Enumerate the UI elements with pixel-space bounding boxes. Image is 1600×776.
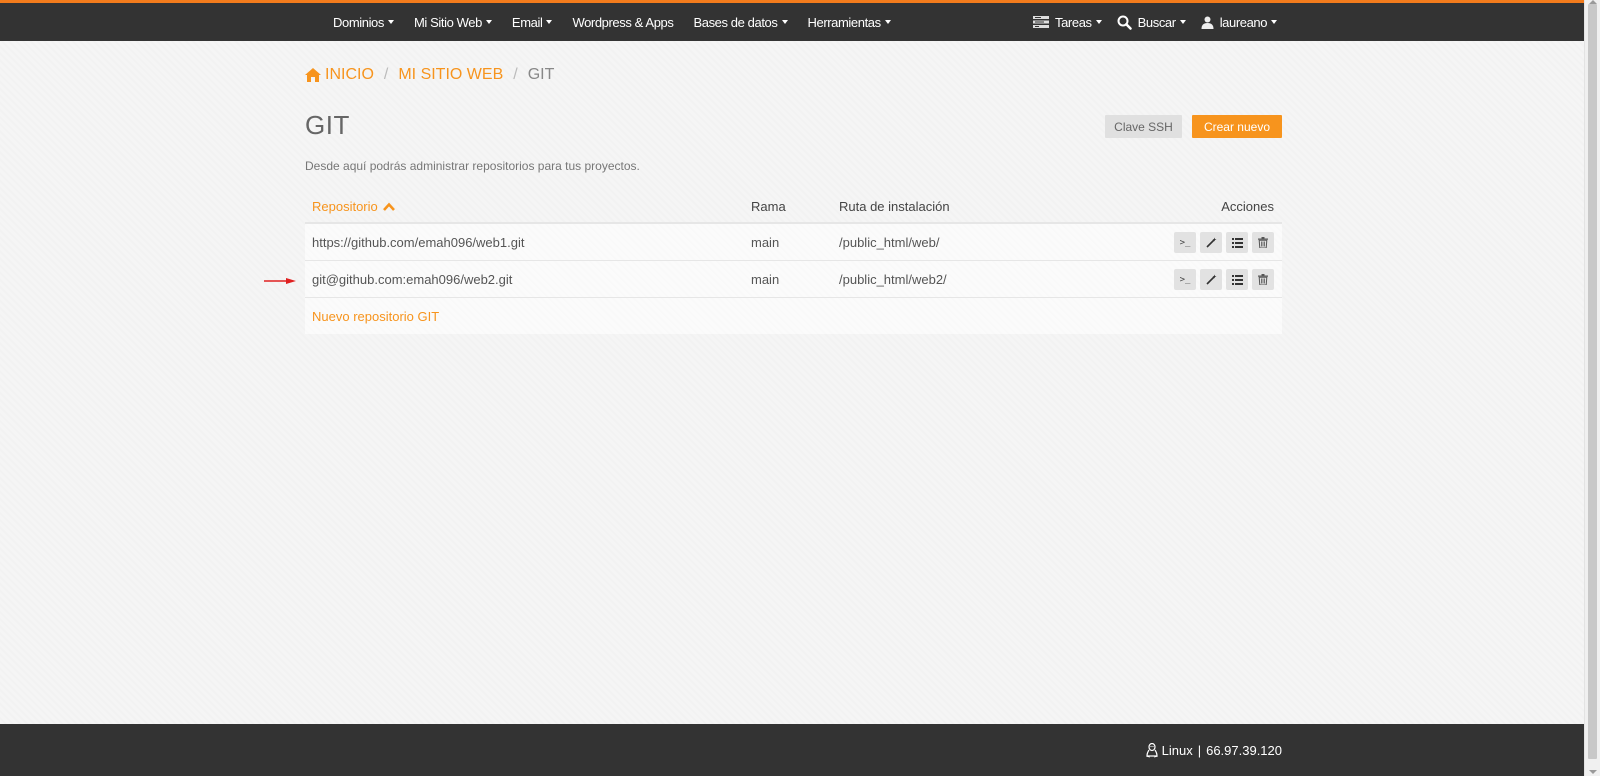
user-icon	[1201, 16, 1214, 29]
terminal-icon: >_	[1179, 274, 1191, 285]
table-row: git@github.com:emah096/web2.git main /pu…	[305, 261, 1282, 298]
caret-down-icon	[387, 20, 394, 24]
menu-email[interactable]: Email	[512, 15, 553, 30]
menu-dominios[interactable]: Dominios	[333, 15, 394, 30]
top-navbar: Dominios Mi Sitio Web Email Wordpress & …	[0, 0, 1584, 41]
caret-down-icon	[1179, 20, 1186, 24]
menu-wordpress-apps[interactable]: Wordpress & Apps	[572, 15, 673, 30]
list-button[interactable]	[1226, 269, 1248, 290]
menu-tareas[interactable]: Tareas	[1033, 15, 1102, 30]
edit-button[interactable]	[1200, 269, 1222, 290]
terminal-button[interactable]: >_	[1174, 232, 1196, 253]
breadcrumb-separator: /	[383, 66, 389, 83]
repo-branch: main	[751, 235, 780, 250]
clave-ssh-button[interactable]: Clave SSH	[1105, 115, 1182, 138]
menu-label: Email	[511, 14, 543, 30]
main-menu: Dominios Mi Sitio Web Email Wordpress & …	[333, 3, 911, 41]
repo-path: /public_html/web/	[839, 235, 940, 250]
menu-mi-sitio-web[interactable]: Mi Sitio Web	[414, 15, 492, 30]
menu-label: Wordpress & Apps	[572, 14, 674, 30]
menu-herramientas[interactable]: Herramientas	[808, 15, 891, 30]
table-row: https://github.com/emah096/web1.git main…	[305, 224, 1282, 261]
search-icon	[1117, 15, 1132, 30]
terminal-icon: >_	[1179, 237, 1191, 248]
crear-nuevo-button[interactable]: Crear nuevo	[1192, 115, 1282, 138]
caret-down-icon	[485, 20, 492, 24]
breadcrumb: INICIO / MI SITIO WEB / GIT	[305, 66, 554, 84]
repo-url: https://github.com/emah096/web1.git	[312, 235, 525, 250]
user-menu: Tareas Buscar laureano	[1033, 3, 1292, 41]
breadcrumb-current: GIT	[527, 66, 555, 83]
column-header-rama: Rama	[751, 199, 786, 214]
magic-wand-icon	[1205, 237, 1216, 248]
page-title: GIT	[305, 110, 350, 140]
menu-label: Herramientas	[807, 14, 882, 30]
column-header-ruta: Ruta de instalación	[839, 199, 950, 214]
repo-url: git@github.com:emah096/web2.git	[312, 272, 513, 287]
repo-path: /public_html/web2/	[839, 272, 947, 287]
breadcrumb-mi-sitio-web[interactable]: MI SITIO WEB	[398, 66, 503, 84]
repo-branch: main	[751, 272, 780, 287]
menu-buscar[interactable]: Buscar	[1117, 15, 1186, 30]
linux-icon	[1145, 743, 1158, 758]
chevron-up-icon	[382, 202, 395, 211]
caret-down-icon	[1095, 20, 1102, 24]
breadcrumb-home[interactable]: INICIO	[305, 66, 374, 84]
repositories-table: Repositorio Rama Ruta de instalación Acc…	[305, 190, 1282, 334]
breadcrumb-home-label: INICIO	[325, 66, 374, 83]
menu-label: Bases de datos	[693, 14, 778, 30]
os-name: Linux	[1161, 743, 1193, 758]
column-header-repositorio[interactable]: Repositorio	[312, 199, 395, 214]
list-icon	[1231, 274, 1243, 285]
new-repo-row: Nuevo repositorio GIT	[305, 298, 1282, 334]
caret-down-icon	[1271, 20, 1278, 24]
scrollbar-thumb[interactable]	[1588, 4, 1597, 759]
delete-button[interactable]	[1252, 269, 1274, 290]
nuevo-repositorio-link[interactable]: Nuevo repositorio GIT	[312, 309, 439, 324]
footer: Linux | 66.97.39.120	[0, 724, 1584, 776]
table-header: Repositorio Rama Ruta de instalación Acc…	[305, 190, 1282, 224]
caret-down-icon	[884, 20, 891, 24]
menu-user[interactable]: laureano	[1201, 14, 1278, 30]
scroll-down-icon[interactable]	[1589, 770, 1597, 774]
column-label: Repositorio	[312, 199, 378, 214]
menu-label: laureano	[1219, 14, 1268, 30]
trash-icon	[1258, 274, 1268, 285]
row-actions: >_	[1170, 269, 1274, 290]
caret-down-icon	[781, 20, 788, 24]
menu-label: Tareas	[1055, 14, 1092, 30]
caret-down-icon	[546, 20, 553, 24]
vertical-scrollbar[interactable]	[1584, 0, 1600, 776]
delete-button[interactable]	[1252, 232, 1274, 253]
server-ip: 66.97.39.120	[1206, 743, 1282, 758]
terminal-button[interactable]: >_	[1174, 269, 1196, 290]
column-header-acciones: Acciones	[1221, 199, 1274, 214]
menu-label: Mi Sitio Web	[413, 14, 482, 30]
home-icon	[305, 68, 321, 82]
page-description: Desde aquí podrás administrar repositori…	[305, 159, 640, 173]
list-button[interactable]	[1226, 232, 1248, 253]
row-actions: >_	[1170, 232, 1274, 253]
list-icon	[1231, 237, 1243, 248]
footer-separator: |	[1197, 743, 1202, 758]
magic-wand-icon	[1205, 274, 1216, 285]
red-arrow-annotation	[264, 278, 296, 284]
server-info: Linux | 66.97.39.120	[1145, 743, 1282, 758]
page: Dominios Mi Sitio Web Email Wordpress & …	[0, 0, 1584, 776]
menu-bases-de-datos[interactable]: Bases de datos	[693, 14, 788, 30]
trash-icon	[1258, 237, 1268, 248]
tasks-icon	[1033, 16, 1049, 28]
breadcrumb-separator: /	[513, 66, 518, 83]
menu-label: Dominios	[333, 14, 384, 30]
edit-button[interactable]	[1200, 232, 1222, 253]
menu-label: Buscar	[1137, 14, 1176, 30]
